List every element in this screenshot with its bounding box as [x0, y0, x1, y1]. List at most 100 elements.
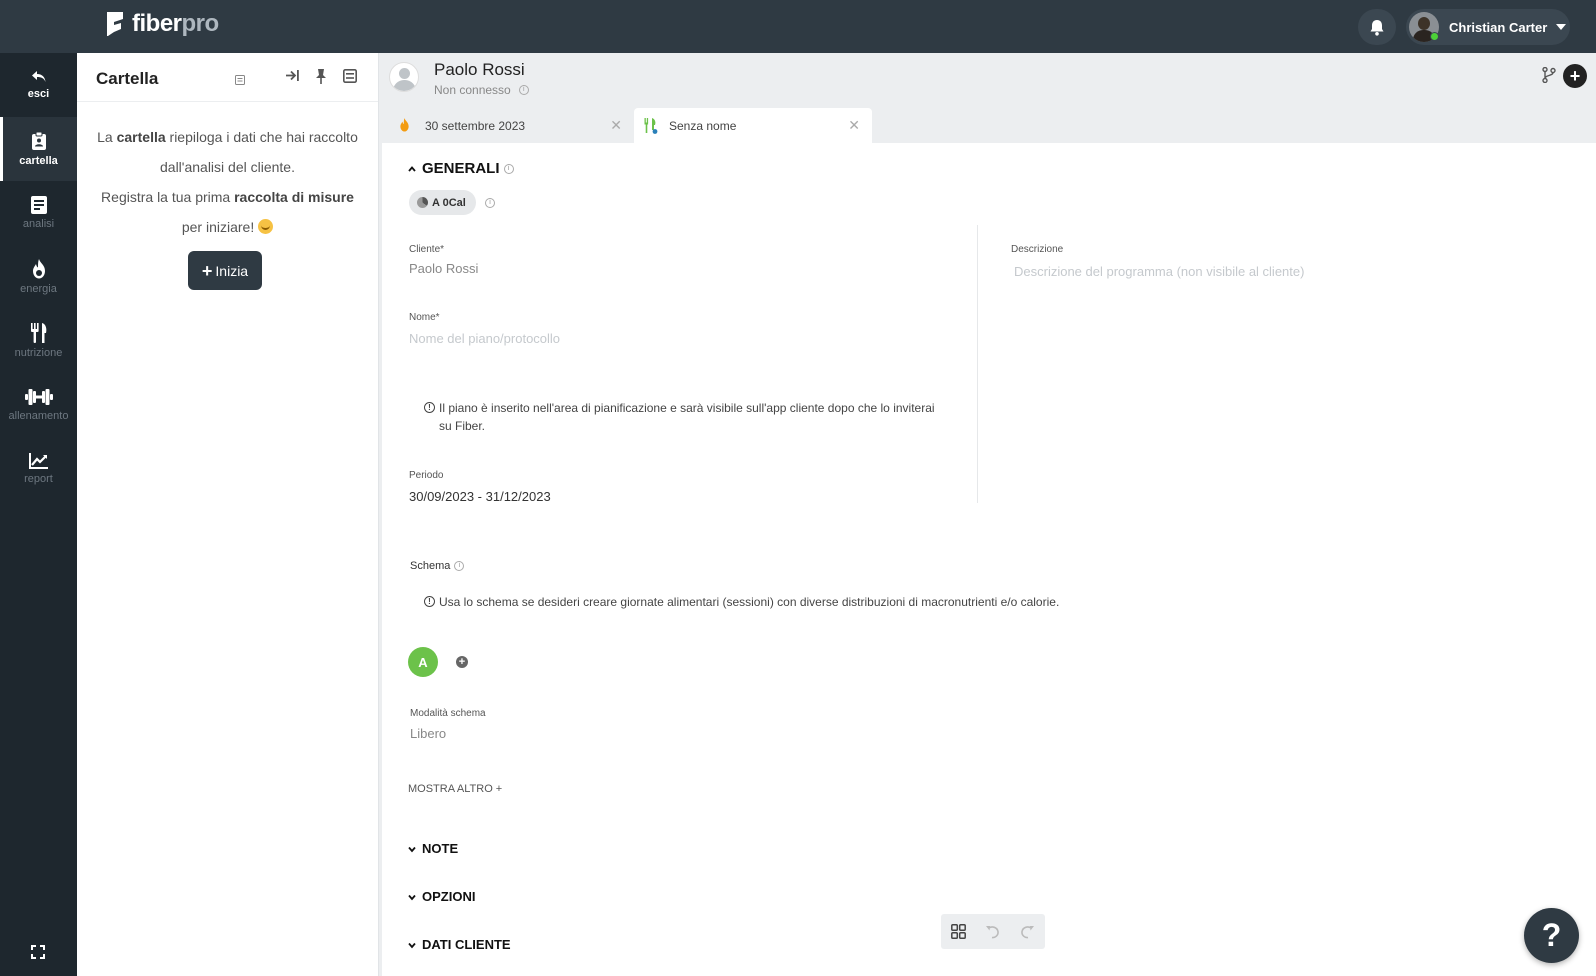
- chart-line-icon: [28, 453, 48, 469]
- fork-knife-icon: [30, 323, 46, 343]
- smile-emoji-icon: [258, 219, 274, 234]
- online-status-dot: [1430, 32, 1439, 41]
- close-tab-icon[interactable]: ✕: [610, 117, 622, 134]
- tab-senza-nome[interactable]: Senza nome ✕: [634, 108, 872, 143]
- cartella-panel: Cartella La cartella riepiloga i dati ch…: [77, 53, 379, 976]
- plan-visibility-notice: ! Il piano è inserito nell'area di piani…: [424, 399, 944, 435]
- section-note-header[interactable]: NOTE: [408, 841, 458, 856]
- redo-icon[interactable]: [1020, 925, 1035, 939]
- cliente-field[interactable]: Paolo Rossi: [409, 261, 478, 276]
- clipboard-icon: [31, 131, 46, 150]
- nome-label: Nome*: [409, 312, 440, 323]
- fiberpro-logo[interactable]: fiberpro: [104, 10, 219, 38]
- panel-message-line-2: Registra la tua prima raccolta di misure…: [101, 189, 354, 235]
- descrizione-label: Descrizione: [1011, 244, 1064, 255]
- start-measurement-button[interactable]: + Inizia: [188, 251, 262, 290]
- info-icon[interactable]: i: [485, 198, 495, 208]
- notes-small-icon[interactable]: [235, 75, 245, 85]
- nav-label-nutrizione: nutrizione: [14, 347, 63, 359]
- nav-label-analisi: analisi: [22, 218, 55, 230]
- client-status: Non connesso i: [434, 83, 529, 97]
- user-name: Christian Carter: [1449, 19, 1548, 35]
- show-more-link[interactable]: MOSTRA ALTRO +: [408, 783, 502, 795]
- modalita-label: Modalità schema: [410, 708, 486, 719]
- undo-arrow-icon: [31, 71, 45, 82]
- help-button[interactable]: ?: [1524, 908, 1579, 963]
- panel-title: Cartella: [96, 69, 159, 88]
- info-icon[interactable]: i: [503, 163, 514, 174]
- chevron-down-icon: [408, 846, 416, 852]
- tab-label: Senza nome: [669, 119, 737, 133]
- nav-item-cartella[interactable]: cartella: [0, 117, 77, 181]
- alert-circle-icon: !: [424, 596, 435, 607]
- session-a-button[interactable]: A: [408, 647, 438, 677]
- notifications-button[interactable]: [1358, 9, 1396, 45]
- column-divider: [977, 225, 978, 503]
- cliente-label: Cliente*: [409, 244, 445, 255]
- periodo-field[interactable]: 30/09/2023 - 31/12/2023: [409, 489, 551, 504]
- branch-icon[interactable]: [1542, 67, 1556, 83]
- start-button-label: Inizia: [215, 262, 249, 279]
- nav-label-allenamento: allenamento: [8, 410, 69, 422]
- nav-label-report: report: [24, 473, 53, 485]
- nav-item-nutrizione[interactable]: nutrizione: [0, 309, 77, 373]
- chevron-up-icon: [408, 165, 416, 172]
- modalita-select[interactable]: Libero: [410, 726, 446, 741]
- top-bar: fiberpro Christian Carter: [0, 0, 1596, 53]
- section-opzioni-header[interactable]: OPZIONI: [408, 889, 475, 904]
- nav-item-analisi[interactable]: analisi: [0, 181, 77, 245]
- chevron-down-icon: [408, 894, 416, 900]
- dumbbell-icon: [24, 389, 53, 405]
- periodo-label: Periodo: [409, 470, 444, 481]
- nav-label-cartella: cartella: [19, 155, 58, 167]
- nav-item-allenamento[interactable]: allenamento: [0, 373, 77, 437]
- section-generali-header[interactable]: GENERALI i: [408, 160, 514, 177]
- info-icon[interactable]: i: [518, 85, 529, 95]
- fullscreen-icon[interactable]: [31, 945, 45, 959]
- pin-icon[interactable]: [315, 69, 327, 84]
- main-sidebar: esci cartella analisi energia nutrizione…: [0, 53, 77, 976]
- schema-notice: ! Usa lo schema se desideri creare giorn…: [424, 593, 1184, 611]
- grid-icon[interactable]: [950, 924, 966, 939]
- nav-item-energia[interactable]: energia: [0, 245, 77, 309]
- tab-30-settembre-2023[interactable]: 30 settembre 2023 ✕: [379, 108, 634, 143]
- caret-down-icon: [1556, 24, 1567, 30]
- panel-message-line-1: La cartella riepiloga i dati che hai rac…: [97, 129, 358, 175]
- nav-label-energia: energia: [20, 283, 57, 295]
- flame-tab-icon: [400, 118, 409, 132]
- close-tab-icon[interactable]: ✕: [848, 117, 860, 134]
- nutrition-tab-icon: [644, 118, 658, 134]
- bell-icon: [1370, 19, 1384, 36]
- section-dati-cliente-header[interactable]: DATI CLIENTE: [408, 937, 511, 952]
- macro-pie-icon: [417, 197, 428, 208]
- logo-text-fiber: fiber: [132, 10, 182, 37]
- plus-icon: +: [201, 260, 213, 281]
- tab-label: 30 settembre 2023: [425, 119, 526, 133]
- floating-toolbar: [941, 914, 1045, 949]
- schema-label: Schema i: [410, 560, 465, 572]
- client-name: Paolo Rossi: [434, 60, 525, 79]
- descrizione-input[interactable]: Descrizione del programma (non visibile …: [1014, 264, 1304, 279]
- info-icon[interactable]: i: [454, 561, 465, 571]
- panel-header: Cartella: [77, 53, 378, 102]
- panel-empty-message: La cartella riepiloga i dati che hai rac…: [77, 102, 378, 242]
- flame-icon: [32, 259, 45, 279]
- undo-icon[interactable]: [985, 925, 1000, 939]
- client-avatar[interactable]: [389, 62, 419, 92]
- logo-text-pro: pro: [181, 10, 220, 37]
- collapse-panel-icon[interactable]: [285, 69, 300, 82]
- session-calorie-chip[interactable]: A 0Cal: [409, 190, 476, 215]
- nav-item-esci[interactable]: esci: [0, 53, 77, 117]
- alert-circle-icon: !: [424, 402, 435, 413]
- nome-input[interactable]: Nome del piano/protocollo: [409, 331, 560, 346]
- add-session-button[interactable]: +: [456, 656, 468, 668]
- nav-label-esci: esci: [27, 88, 50, 100]
- add-plan-button[interactable]: +: [1563, 64, 1587, 88]
- chevron-down-icon: [408, 942, 416, 948]
- plan-form: GENERALI i A 0Cal i Cliente* Paolo Rossi…: [379, 143, 1596, 976]
- fiber-logo-mark-icon: [107, 12, 123, 36]
- client-header: Paolo Rossi Non connesso i + 30 settembr…: [379, 53, 1596, 143]
- main-area: Paolo Rossi Non connesso i + 30 settembr…: [379, 53, 1596, 976]
- nav-item-report[interactable]: report: [0, 437, 77, 501]
- panel-layout-icon[interactable]: [343, 69, 357, 83]
